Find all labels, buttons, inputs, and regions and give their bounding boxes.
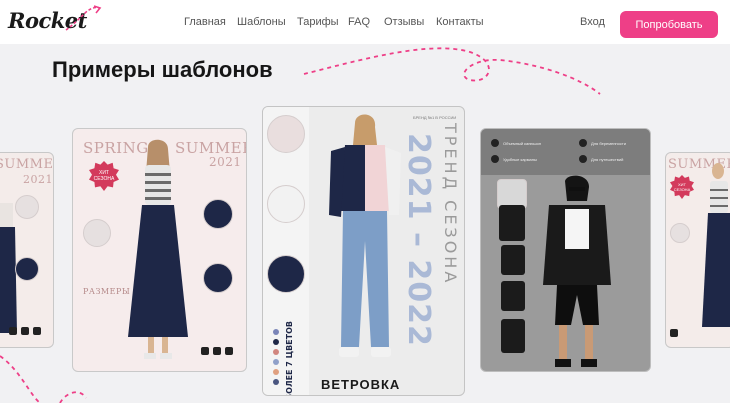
card2-swatch-1 bbox=[201, 347, 209, 355]
card2-thumb-pocket bbox=[203, 263, 233, 293]
card4-thumb-shorts bbox=[501, 281, 525, 311]
card5-model-image bbox=[702, 163, 730, 327]
nav-item-reviews[interactable]: Отзывы bbox=[384, 16, 424, 28]
template-card-4[interactable]: Объемный капюшон Для беременности Удобны… bbox=[480, 128, 651, 372]
card1-year: 2021 bbox=[23, 173, 53, 186]
card2-model-image bbox=[128, 139, 188, 359]
card3-product-name: ВЕТРОВКА bbox=[321, 377, 401, 392]
card4-thumb-coat bbox=[501, 319, 525, 353]
card2-thumb-waist bbox=[203, 199, 233, 229]
card3-thumb-pocket bbox=[267, 255, 305, 293]
template-card-3[interactable]: БОЛЕЕ 7 ЦВЕТОВ БРЕНД №1 В РОССИИ ТРЕНД С… bbox=[262, 106, 465, 396]
card1-season: SUMMER bbox=[0, 157, 54, 172]
login-link[interactable]: Вход bbox=[580, 16, 605, 28]
card3-thumb-hood bbox=[267, 115, 305, 153]
card1-thumb-2 bbox=[15, 257, 39, 281]
card2-year: 2021 bbox=[209, 155, 242, 169]
card3-color-dot-1 bbox=[273, 329, 279, 335]
card4-feature-3: Удобные карманы bbox=[503, 157, 537, 162]
nav-item-faq[interactable]: FAQ bbox=[348, 16, 370, 28]
card4-feature-1: Объемный капюшон bbox=[503, 141, 542, 146]
card5-swatch-1 bbox=[670, 329, 678, 337]
card1-swatch-2 bbox=[21, 327, 29, 335]
travel-icon bbox=[579, 155, 587, 163]
template-card-1[interactable]: SUMMER 2021 bbox=[0, 152, 54, 348]
card3-color-dot-2 bbox=[273, 339, 279, 345]
card2-sizes-title: РАЗМЕРЫ bbox=[83, 287, 131, 296]
hood-icon bbox=[491, 139, 499, 147]
template-card-2[interactable]: SPRING SUMMER 2021 ХИТ СЕЗОНА РАЗМЕРЫ bbox=[72, 128, 247, 372]
card3-model-image bbox=[329, 114, 401, 357]
nav-item-contacts[interactable]: Контакты bbox=[436, 16, 484, 28]
card2-swatch-3 bbox=[225, 347, 233, 355]
card3-color-dot-6 bbox=[273, 379, 279, 385]
card3-color-dot-3 bbox=[273, 349, 279, 355]
template-card-5[interactable]: SUMMER ХИТ СЕЗОНА bbox=[665, 152, 730, 348]
card4-feature-2: Для беременности bbox=[591, 141, 626, 146]
card4-thumb-pants bbox=[501, 245, 525, 275]
card3-color-dot-5 bbox=[273, 369, 279, 375]
card3-color-dot-4 bbox=[273, 359, 279, 365]
try-button[interactable]: Попробовать bbox=[620, 11, 718, 38]
card3-brand-line: БРЕНД №1 В РОССИИ bbox=[413, 115, 457, 120]
nav-item-pricing[interactable]: Тарифы bbox=[297, 16, 339, 28]
pregnancy-icon bbox=[579, 139, 587, 147]
card1-swatch-3 bbox=[33, 327, 41, 335]
card3-headline-vertical: ТРЕНД СЕЗОНА bbox=[441, 123, 460, 286]
nav-item-home[interactable]: Главная bbox=[184, 16, 226, 28]
card5-hit-badge: ХИТ СЕЗОНА bbox=[670, 175, 694, 199]
card3-colors-note: БОЛЕЕ 7 ЦВЕТОВ bbox=[285, 321, 294, 396]
pocket-icon bbox=[491, 155, 499, 163]
card4-feature-bar bbox=[481, 129, 650, 175]
card4-model-image bbox=[543, 175, 611, 367]
card1-thumb-1 bbox=[15, 195, 39, 219]
card3-thumb-drawstring bbox=[267, 185, 305, 223]
section-title: Примеры шаблонов bbox=[52, 57, 273, 82]
top-header: Rocket Главная Шаблоны Тарифы FAQ Отзывы… bbox=[0, 0, 730, 44]
card5-thumb-1 bbox=[670, 223, 690, 243]
card2-swatch-2 bbox=[213, 347, 221, 355]
card2-hit-badge: ХИТ СЕЗОНА bbox=[89, 161, 119, 191]
card3-year-range: 2021 – 2022 bbox=[401, 133, 436, 347]
card2-thumb-stripes bbox=[83, 219, 111, 247]
card4-thumb-jacket bbox=[499, 205, 525, 241]
card4-feature-4: Для путешествий bbox=[591, 157, 624, 162]
card1-swatch-1 bbox=[9, 327, 17, 335]
nav-item-templates[interactable]: Шаблоны bbox=[237, 16, 286, 28]
